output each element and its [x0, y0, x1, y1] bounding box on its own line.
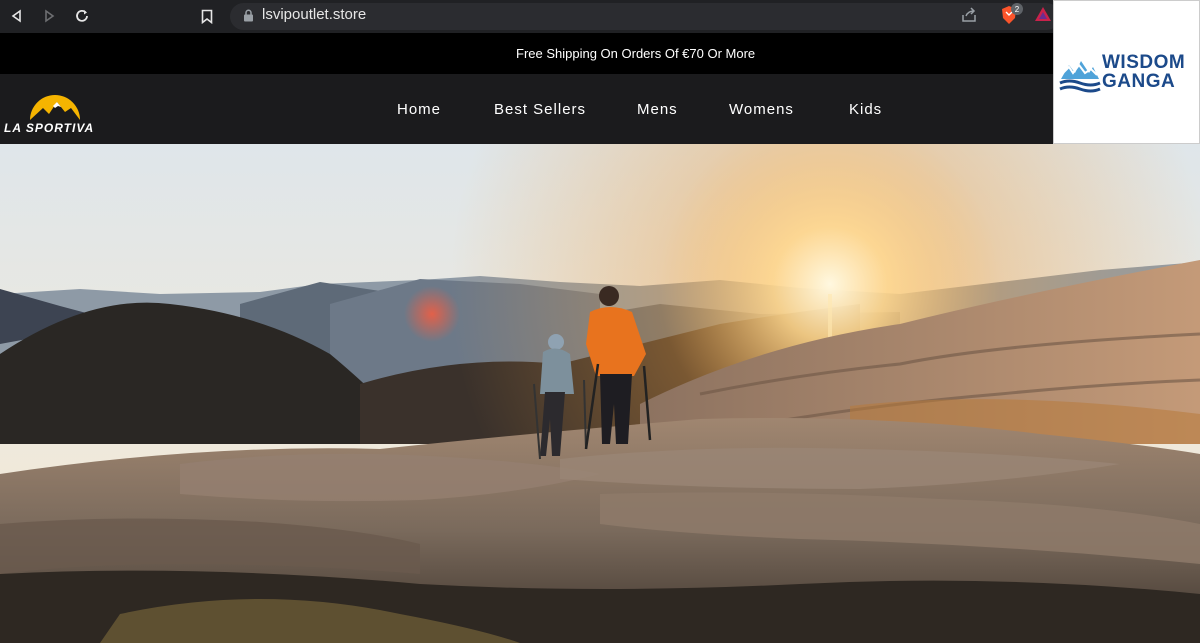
forward-icon[interactable]: [40, 7, 58, 25]
watermark-line1: WISDOM: [1102, 52, 1186, 73]
share-icon[interactable]: [960, 6, 978, 29]
nav-home[interactable]: Home: [397, 101, 441, 118]
promo-text: Free Shipping On Orders Of €70 Or More: [516, 46, 756, 61]
watermark-mountain-icon: [1059, 61, 1101, 93]
browser-toolbar: lsvipoutlet.store 2: [0, 0, 1060, 33]
nav-kids[interactable]: Kids: [849, 101, 882, 118]
brave-badge-count: 2: [1011, 3, 1023, 15]
main-nav: Home Best Sellers Mens Womens Kids: [0, 101, 1053, 121]
brave-rewards-icon[interactable]: [1034, 6, 1052, 27]
url-text[interactable]: lsvipoutlet.store: [262, 6, 366, 23]
watermark-text: WISDOM GANGA: [1102, 53, 1185, 91]
bookmark-icon[interactable]: [198, 7, 216, 25]
reload-icon[interactable]: [73, 7, 91, 25]
watermark-logo: WISDOM GANGA: [1053, 0, 1200, 144]
logo-text[interactable]: LA SPORTIVA: [4, 121, 94, 135]
site-header: LA SPORTIVA Home Best Sellers Mens Women…: [0, 74, 1053, 144]
hero-image: [0, 144, 1200, 643]
watermark-line2: GANGA: [1102, 71, 1176, 92]
back-icon[interactable]: [8, 7, 26, 25]
nav-mens[interactable]: Mens: [637, 101, 678, 118]
hero-banner[interactable]: [0, 144, 1200, 643]
nav-best-sellers[interactable]: Best Sellers: [494, 101, 586, 118]
promo-bar: Free Shipping On Orders Of €70 Or More: [0, 33, 1053, 74]
lock-icon: [243, 9, 254, 27]
nav-womens[interactable]: Womens: [729, 101, 794, 118]
